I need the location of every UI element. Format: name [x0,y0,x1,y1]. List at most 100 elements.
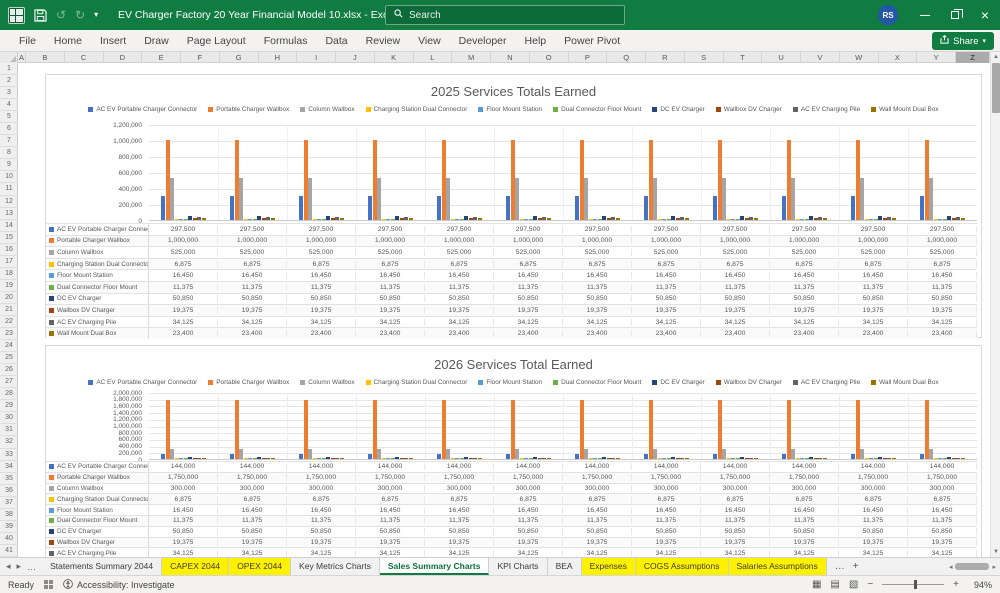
row-header-14[interactable]: 14 [0,220,17,232]
column-header-v[interactable]: V [801,52,840,63]
row-header-3[interactable]: 3 [0,87,17,100]
row-header-10[interactable]: 10 [0,171,17,184]
ribbon-tab-review[interactable]: Review [357,30,409,52]
row-header-17[interactable]: 17 [0,256,17,268]
ribbon-tab-data[interactable]: Data [316,30,356,52]
row-header-15[interactable]: 15 [0,232,17,244]
column-header-q[interactable]: Q [607,52,646,63]
zoom-slider-thumb[interactable] [914,580,918,589]
hscroll-right-icon[interactable]: ▸ [992,563,996,571]
row-header-18[interactable]: 18 [0,268,17,280]
chart-2026-services-total-earned[interactable]: 2026 Services Total Earned AC EV Portable… [45,345,982,557]
row-header-39[interactable]: 39 [0,521,17,533]
column-header-e[interactable]: E [142,52,181,63]
ribbon-tab-developer[interactable]: Developer [450,30,516,52]
sheet-tab-capex-2044[interactable]: CAPEX 2044 [162,558,230,575]
row-header-8[interactable]: 8 [0,147,17,160]
row-header-23[interactable]: 23 [0,328,17,341]
row-header-13[interactable]: 13 [0,208,17,220]
sheet-tab-sales-summary-charts[interactable]: Sales Summary Charts [379,558,490,575]
row-header-35[interactable]: 35 [0,473,17,485]
ribbon-tab-home[interactable]: Home [45,30,91,52]
row-header-27[interactable]: 27 [0,376,17,389]
column-header-p[interactable]: P [569,52,608,63]
column-header-z[interactable]: Z [956,52,990,63]
row-header-5[interactable]: 5 [0,111,17,124]
excel-app-icon[interactable] [8,6,25,24]
column-header-i[interactable]: I [297,52,336,63]
column-header-y[interactable]: Y [917,52,956,63]
column-header-a[interactable]: A [18,52,26,63]
vertical-scroll-thumb[interactable] [992,63,1000,113]
sheet-tab-key-metrics-charts[interactable]: Key Metrics Charts [291,558,380,575]
column-header-u[interactable]: U [762,52,801,63]
column-header-j[interactable]: J [336,52,375,63]
row-header-6[interactable]: 6 [0,123,17,136]
zoom-in-button[interactable]: + [953,579,959,590]
page-layout-view-icon[interactable]: ▤ [830,579,839,590]
row-header-12[interactable]: 12 [0,196,17,208]
ribbon-tab-draw[interactable]: Draw [135,30,178,52]
row-header-33[interactable]: 33 [0,449,17,461]
ribbon-tab-view[interactable]: View [409,30,450,52]
sheet-tab-opex-2044[interactable]: OPEX 2044 [229,558,292,575]
row-header-36[interactable]: 36 [0,485,17,497]
page-break-view-icon[interactable]: ▧ [849,579,858,590]
column-header-g[interactable]: G [220,52,259,63]
row-header-28[interactable]: 28 [0,388,17,401]
column-header-b[interactable]: B [26,52,65,63]
zoom-out-button[interactable]: − [867,579,873,590]
macro-record-icon[interactable] [44,580,54,589]
ribbon-tab-page-layout[interactable]: Page Layout [178,30,255,52]
row-header-32[interactable]: 32 [0,436,17,449]
all-sheets-icon[interactable]: … [835,561,845,572]
zoom-level[interactable]: 94% [968,580,992,590]
row-header-19[interactable]: 19 [0,280,17,292]
hscroll-left-icon[interactable]: ◂ [949,563,953,571]
sheet-tab-cogs-assumptions[interactable]: COGS Assumptions [635,558,729,575]
row-header-7[interactable]: 7 [0,135,17,148]
sheet-tab-statements-summary-2044[interactable]: Statements Summary 2044 [42,558,163,575]
column-header-k[interactable]: K [375,52,414,63]
column-header-x[interactable]: X [879,52,918,63]
select-all-corner[interactable] [0,52,18,63]
row-header-2[interactable]: 2 [0,75,17,88]
row-header-20[interactable]: 20 [0,292,17,304]
row-header-31[interactable]: 31 [0,424,17,437]
column-header-o[interactable]: O [530,52,569,63]
row-header-37[interactable]: 37 [0,497,17,509]
customize-qat-caret-icon[interactable]: ▾ [94,0,98,30]
save-icon[interactable] [34,8,47,22]
sheet-tab-salaries-assumptions[interactable]: Salaries Assumptions [728,558,827,575]
column-header-t[interactable]: T [724,52,763,63]
column-header-s[interactable]: S [685,52,724,63]
column-header-n[interactable]: N [491,52,530,63]
sheet-tab-kpi-charts[interactable]: KPI Charts [489,558,548,575]
undo-icon[interactable]: ↺ [56,0,66,30]
column-header-h[interactable]: H [259,52,298,63]
account-avatar[interactable]: RS [878,5,898,25]
row-header-26[interactable]: 26 [0,364,17,377]
new-sheet-button[interactable]: + [853,561,859,572]
normal-view-icon[interactable]: ▦ [812,579,821,590]
horizontal-scrollbar[interactable]: ◂ ▸ [949,558,1000,575]
ribbon-tab-file[interactable]: File [10,30,45,52]
sheet-tab-expenses[interactable]: Expenses [581,558,636,575]
vertical-scrollbar[interactable]: ▲ ▼ [990,52,1000,557]
row-header-1[interactable]: 1 [0,63,17,76]
row-header-21[interactable]: 21 [0,304,17,316]
column-header-l[interactable]: L [414,52,453,63]
row-header-30[interactable]: 30 [0,412,17,425]
ribbon-tab-power-pivot[interactable]: Power Pivot [555,30,629,52]
column-header-r[interactable]: R [646,52,685,63]
row-header-38[interactable]: 38 [0,509,17,521]
sheet-nav-left-icon[interactable]: ◂ [6,561,11,572]
zoom-slider[interactable] [882,580,945,589]
row-header-41[interactable]: 41 [0,545,17,557]
ribbon-tab-insert[interactable]: Insert [91,30,135,52]
row-header-29[interactable]: 29 [0,400,17,413]
sheet-nav-more-icon[interactable]: … [27,562,36,572]
row-header-4[interactable]: 4 [0,99,17,112]
restore-button[interactable] [940,0,970,30]
ribbon-tab-formulas[interactable]: Formulas [255,30,317,52]
